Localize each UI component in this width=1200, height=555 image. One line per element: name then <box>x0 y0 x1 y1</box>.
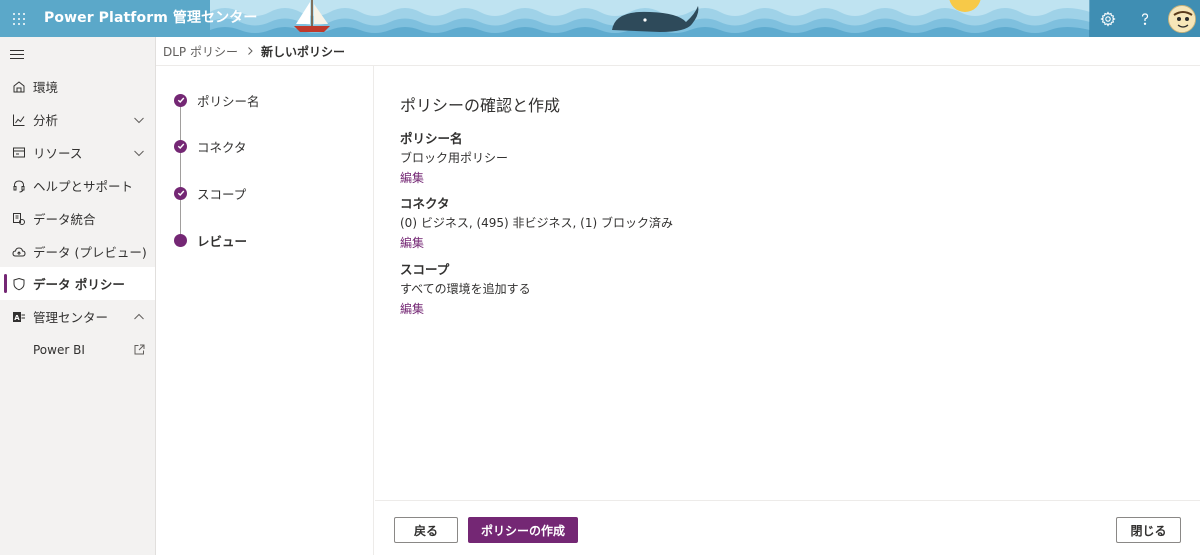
collapse-nav-button[interactable] <box>10 45 28 63</box>
step-policy-name[interactable]: ポリシー名 <box>174 90 260 110</box>
current-step-dot-icon <box>174 233 187 247</box>
create-policy-button[interactable]: ポリシーの作成 <box>468 517 578 543</box>
section-heading-scope: スコープ <box>400 262 450 277</box>
nav-item-environments[interactable]: 環境 <box>0 70 155 103</box>
gear-icon <box>1099 10 1116 27</box>
steps-connector-line <box>180 102 181 242</box>
section-value-policy-name: ブロック用ポリシー <box>400 151 509 165</box>
section-heading-connectors: コネクタ <box>400 196 450 211</box>
breadcrumb-dlp-policies-link[interactable]: DLP ポリシー <box>163 43 238 60</box>
edit-scope-link[interactable]: 編集 <box>400 300 424 317</box>
wizard-steps: ポリシー名 コネクタ スコープ レビュー <box>156 66 374 555</box>
environment-icon <box>12 80 26 94</box>
breadcrumb-current: 新しいポリシー <box>260 44 345 59</box>
review-panel: ポリシーの確認と作成 ポリシー名 ブロック用ポリシー 編集 コネクタ (0) ビ… <box>375 66 1200 500</box>
edit-connectors-link[interactable]: 編集 <box>400 234 424 251</box>
section-value-connectors: (0) ビジネス, (495) 非ビジネス, (1) ブロック済み <box>400 216 673 230</box>
edit-policy-name-link[interactable]: 編集 <box>400 169 424 186</box>
left-navigation: 環境 分析 リソース ヘルプとサポート データ統合 データ (プレビュー) デー… <box>0 37 156 555</box>
nav-item-data-integration[interactable]: データ統合 <box>0 202 155 235</box>
cloud-icon <box>12 245 26 259</box>
chevron-right-icon <box>248 47 253 55</box>
check-icon <box>174 93 187 107</box>
nav-item-admin-centers[interactable]: A 管理センター <box>0 300 155 333</box>
top-header: Power Platform 管理センター <box>0 0 1200 37</box>
analytics-icon <box>12 113 26 127</box>
shield-icon <box>12 277 26 291</box>
step-connectors[interactable]: コネクタ <box>174 136 247 156</box>
nav-item-resources[interactable]: リソース <box>0 136 155 169</box>
step-review[interactable]: レビュー <box>174 230 247 250</box>
app-launcher-button[interactable] <box>0 0 37 37</box>
app-title: Power Platform 管理センター <box>44 10 258 26</box>
chevron-up-icon <box>134 313 144 319</box>
wizard-footer: 戻る ポリシーの作成 閉じる <box>375 500 1200 555</box>
question-icon <box>1141 12 1148 25</box>
check-icon <box>174 139 187 153</box>
external-link-icon <box>134 344 145 355</box>
resources-icon <box>12 146 26 160</box>
nav-item-power-bi[interactable]: Power BI <box>0 333 155 366</box>
user-avatar <box>1167 4 1196 33</box>
step-scope[interactable]: スコープ <box>174 183 246 203</box>
user-avatar-button[interactable] <box>1163 0 1200 37</box>
close-button[interactable]: 閉じる <box>1116 517 1181 543</box>
help-button[interactable] <box>1126 0 1163 37</box>
settings-button[interactable] <box>1089 0 1126 37</box>
section-heading-policy-name: ポリシー名 <box>400 131 463 146</box>
section-value-scope: すべての環境を追加する <box>400 282 531 296</box>
nav-item-data-policies[interactable]: データ ポリシー <box>0 267 155 300</box>
data-integration-icon <box>12 212 26 226</box>
check-icon <box>174 186 187 200</box>
header-actions <box>1089 0 1200 37</box>
chevron-down-icon <box>134 117 144 123</box>
nav-item-help-support[interactable]: ヘルプとサポート <box>0 169 155 202</box>
waffle-icon <box>12 12 25 25</box>
svg-text:A: A <box>14 314 20 322</box>
nav-item-analytics[interactable]: 分析 <box>0 103 155 136</box>
chevron-down-icon <box>134 150 144 156</box>
page-title: ポリシーの確認と作成 <box>400 96 561 115</box>
nav-item-data-preview[interactable]: データ (プレビュー) <box>0 235 155 268</box>
back-button[interactable]: 戻る <box>394 517 458 543</box>
headset-icon <box>12 179 26 193</box>
admin-icon: A <box>12 310 26 324</box>
breadcrumb: DLP ポリシー 新しいポリシー <box>156 37 1200 66</box>
